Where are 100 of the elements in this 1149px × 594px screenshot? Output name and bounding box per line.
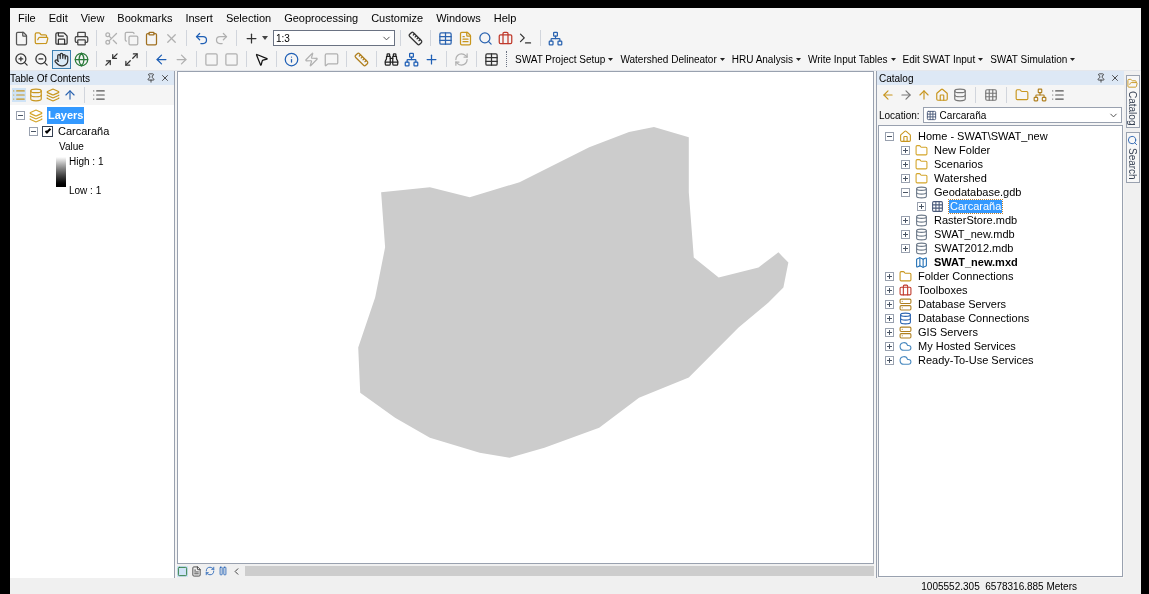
collapse-toggle[interactable] — [901, 187, 910, 197]
coordinates-readout: 1005552.305 6578316.885 Meters — [921, 579, 1077, 594]
menu-item[interactable]: View — [80, 9, 105, 27]
catalog-item[interactable]: Watershed — [933, 171, 988, 185]
expand-toggle[interactable] — [885, 327, 894, 337]
folder-connection-icon — [899, 269, 912, 283]
catalog-item[interactable]: New Folder — [933, 143, 992, 157]
expand-toggle[interactable] — [885, 299, 894, 309]
layers-icon — [29, 108, 43, 123]
expand-toggle[interactable] — [885, 271, 894, 281]
identify-icon[interactable] — [284, 51, 299, 67]
side-tab[interactable]: Catalog — [1125, 75, 1140, 129]
layer-label[interactable]: Carcaraña — [57, 123, 111, 140]
catalog-item[interactable]: My Hosted Services — [917, 339, 1017, 353]
pause-icon[interactable] — [218, 566, 228, 576]
expand-toggle[interactable] — [917, 201, 926, 211]
zoom-in-icon[interactable] — [14, 51, 29, 67]
fixed-zoom-out-icon[interactable] — [124, 51, 139, 67]
expand-toggle[interactable] — [885, 285, 894, 295]
toolbar-menu[interactable]: Write Input Tables — [804, 51, 899, 67]
close-icon[interactable] — [160, 73, 170, 83]
database-connection-icon — [899, 311, 912, 325]
visibility-checkbox[interactable] — [42, 126, 53, 137]
catalog-item[interactable]: Database Servers — [917, 297, 1008, 311]
catalog-item[interactable]: SWAT_new.mdb — [933, 227, 1016, 241]
close-icon[interactable] — [1110, 73, 1120, 83]
options-icon[interactable] — [92, 88, 106, 102]
globe-icon[interactable] — [74, 51, 89, 67]
toolbar-menu[interactable]: SWAT Simulation — [987, 51, 1079, 67]
pointer-icon[interactable] — [254, 51, 269, 67]
collapse-toggle[interactable] — [16, 111, 25, 120]
collapse-toggle[interactable] — [885, 131, 894, 141]
catalog-item[interactable]: Database Connections — [917, 311, 1031, 325]
catalog-item[interactable]: Folder Connections — [917, 269, 1015, 283]
options-icon[interactable] — [1051, 88, 1065, 102]
catalog-item[interactable]: Ready-To-Use Services — [917, 353, 1035, 367]
menu-item[interactable]: File — [18, 9, 36, 27]
menu-item[interactable]: Geoprocessing — [284, 9, 359, 27]
side-tab[interactable]: Search — [1125, 132, 1140, 184]
caret-icon — [795, 57, 801, 61]
location-field[interactable]: Carcaraña — [922, 107, 1122, 123]
raster-grid-icon — [931, 199, 944, 213]
add-data-icon[interactable] — [244, 30, 259, 46]
zoom-out-icon[interactable] — [34, 51, 49, 67]
fixed-zoom-in-icon[interactable] — [104, 51, 119, 67]
expand-toggle[interactable] — [901, 215, 910, 225]
layout-view-icon[interactable] — [191, 565, 202, 577]
collapse-toggle[interactable] — [29, 127, 38, 136]
catalog-item[interactable]: RasterStore.mdb — [933, 213, 1019, 227]
catalog-item[interactable]: GIS Servers — [917, 325, 979, 339]
expand-toggle[interactable] — [901, 159, 910, 169]
undo-icon[interactable] — [194, 30, 209, 46]
caret-icon[interactable] — [262, 36, 268, 40]
expand-toggle[interactable] — [885, 341, 894, 351]
table-icon[interactable] — [438, 30, 453, 46]
cloud-folder-icon — [899, 339, 912, 353]
home-folder-icon — [899, 129, 912, 143]
catalog-item[interactable]: Toolboxes — [917, 283, 969, 297]
catalog-item[interactable]: Geodatabase.gdb — [933, 185, 1023, 199]
location-label: Location: — [879, 108, 920, 123]
menu-item[interactable]: Customize — [371, 9, 424, 27]
new-document-icon[interactable] — [14, 30, 29, 46]
expand-toggle[interactable] — [901, 145, 910, 155]
find-binoculars-icon[interactable] — [384, 51, 399, 67]
tree-view-icon[interactable] — [1033, 88, 1047, 102]
toolbox-icon[interactable] — [498, 30, 513, 46]
forward-arrow-icon[interactable] — [899, 88, 913, 102]
menu-item[interactable]: Bookmarks — [117, 9, 173, 27]
expand-toggle[interactable] — [885, 313, 894, 323]
expand-toggle[interactable] — [885, 355, 894, 365]
paste-icon[interactable] — [144, 30, 159, 46]
expand-toggle[interactable] — [901, 173, 910, 183]
catalog-item[interactable]: Home - SWAT\SWAT_new — [917, 129, 1049, 143]
pan-hand-icon[interactable] — [54, 51, 69, 67]
horizontal-scrollbar[interactable] — [245, 566, 874, 576]
menu-item[interactable]: Insert — [185, 9, 213, 27]
measure-icon[interactable] — [354, 51, 369, 67]
expand-toggle[interactable] — [901, 229, 910, 239]
pin-icon[interactable] — [1096, 73, 1106, 83]
menu-item[interactable]: Selection — [225, 9, 272, 27]
catalog-item[interactable]: Scenarios — [933, 157, 984, 171]
menu-item[interactable]: Edit — [48, 9, 68, 27]
catalog-item[interactable]: SWAT_new.mxd — [933, 255, 1019, 269]
caret-icon — [890, 57, 896, 61]
toolbar-menu[interactable]: SWAT Project Setup — [512, 51, 617, 67]
toolbar-menu[interactable]: HRU Analysis — [728, 51, 804, 67]
menu-item[interactable]: Windows — [436, 9, 481, 27]
scale-field[interactable]: 1:3 — [273, 30, 395, 46]
search-window-icon[interactable] — [478, 30, 493, 46]
location-value: Carcaraña — [939, 108, 988, 123]
printer-icon[interactable] — [74, 30, 89, 46]
toolbar-menu[interactable]: Watershed Delineator — [617, 51, 728, 67]
menu-item[interactable]: Help — [493, 9, 517, 27]
catalog-item[interactable]: SWAT2012.mdb — [933, 241, 1015, 255]
refresh-icon[interactable] — [205, 566, 215, 576]
expand-toggle[interactable] — [901, 243, 910, 253]
save-icon[interactable] — [54, 30, 69, 46]
toolbar-menu[interactable]: Edit SWAT Input — [899, 51, 987, 67]
pin-icon[interactable] — [146, 73, 156, 83]
scale-value: 1:3 — [276, 31, 290, 46]
